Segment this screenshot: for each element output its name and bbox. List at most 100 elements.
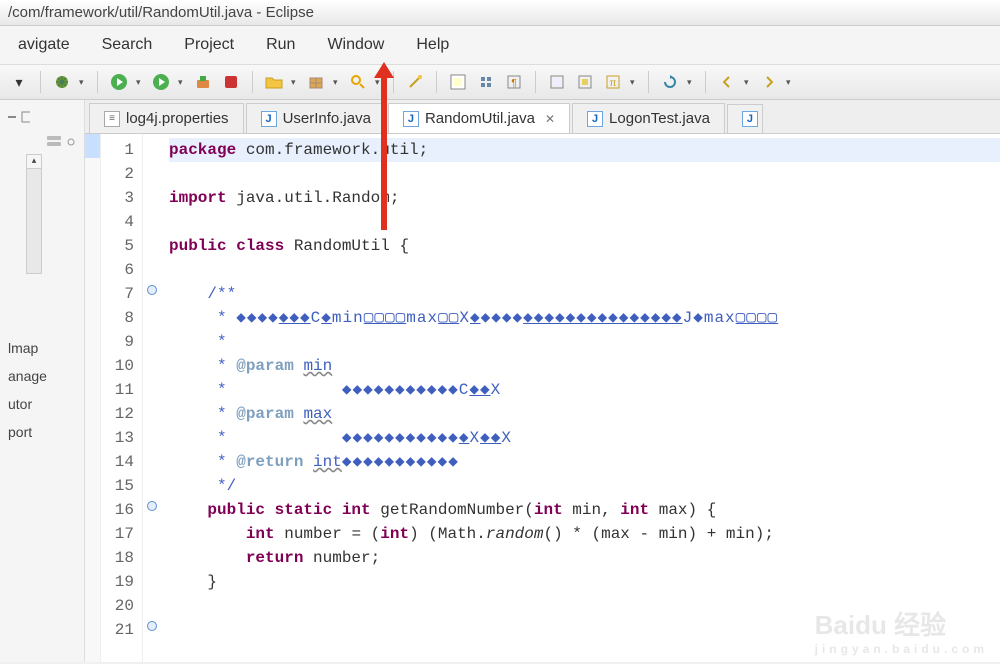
run-icon[interactable] xyxy=(108,71,130,93)
code-line[interactable]: * xyxy=(169,330,1000,354)
show-whitespace-icon[interactable]: ¶ xyxy=(503,71,525,93)
line-number: 14 xyxy=(101,450,134,474)
code-content[interactable]: package com.framework.util; import java.… xyxy=(161,134,1000,662)
fold-toggle[interactable] xyxy=(143,282,161,306)
dropdown-icon[interactable]: ▾ xyxy=(786,77,794,88)
dropdown-icon[interactable]: ▾ xyxy=(744,77,752,88)
line-number: 7 xyxy=(101,282,134,306)
editor-tab[interactable]: J xyxy=(727,104,763,133)
debug-icon[interactable] xyxy=(51,71,73,93)
link-icon[interactable] xyxy=(64,134,78,148)
menu-project[interactable]: Project xyxy=(170,32,248,58)
outline-item[interactable]: lmap xyxy=(0,334,84,362)
dropdown-icon[interactable]: ▾ xyxy=(136,77,144,88)
stop-icon[interactable] xyxy=(220,71,242,93)
dropdown-icon[interactable]: ▾ xyxy=(178,77,186,88)
code-line[interactable]: * @param min xyxy=(169,354,1000,378)
fold-toggle[interactable] xyxy=(143,498,161,522)
code-line[interactable]: import java.util.Random; xyxy=(169,186,1000,210)
separator xyxy=(97,71,98,93)
wand-icon[interactable] xyxy=(404,71,426,93)
code-line[interactable] xyxy=(169,210,1000,234)
menu-search[interactable]: Search xyxy=(88,32,167,58)
window-title: /com/framework/util/RandomUtil.java - Ec… xyxy=(8,4,314,21)
code-line[interactable]: * ◆◆◆◆◆◆◆C◆min▢▢▢▢max▢▢X◆◆◆◆◆◆◆◆◆◆◆◆◆◆◆◆… xyxy=(169,306,1000,330)
tab-label: UserInfo.java xyxy=(283,110,371,127)
dropdown-icon[interactable]: ▾ xyxy=(333,77,341,88)
code-line[interactable]: return number; xyxy=(169,546,1000,570)
editor-tab[interactable]: JLogonTest.java xyxy=(572,103,725,133)
gutter-marker xyxy=(85,446,100,470)
menu-avigate[interactable]: avigate xyxy=(4,32,84,58)
code-line[interactable]: /** xyxy=(169,282,1000,306)
dropdown-icon[interactable]: ▾ xyxy=(687,77,695,88)
code-line[interactable]: * ◆◆◆◆◆◆◆◆◆◆◆◆X◆◆X xyxy=(169,426,1000,450)
fold-toggle[interactable] xyxy=(143,618,161,642)
toggle-block-icon[interactable] xyxy=(475,71,497,93)
forward-icon[interactable] xyxy=(758,71,780,93)
menu-window[interactable]: Window xyxy=(313,32,398,58)
gutter-marker xyxy=(85,350,100,374)
gutter-marker xyxy=(85,302,100,326)
run-last-icon[interactable] xyxy=(150,71,172,93)
code-line[interactable]: public static int getRandomNumber(int mi… xyxy=(169,498,1000,522)
minimize-icon[interactable] xyxy=(6,110,16,124)
refresh-icon[interactable] xyxy=(659,71,681,93)
scrollbar[interactable]: ▴ xyxy=(26,154,42,274)
separator xyxy=(705,71,706,93)
dropdown-icon[interactable]: ▾ xyxy=(291,77,299,88)
line-numbers: 123456789101112131415161718192021 xyxy=(101,134,143,662)
annotations-icon[interactable]: π xyxy=(602,71,624,93)
toggle-mark-icon[interactable] xyxy=(447,71,469,93)
code-line[interactable]: public class RandomUtil { xyxy=(169,234,1000,258)
fold-toggle xyxy=(143,378,161,402)
outline-item[interactable]: utor xyxy=(0,390,84,418)
scroll-up-icon[interactable]: ▴ xyxy=(27,155,41,169)
gutter-marker xyxy=(85,134,100,158)
editor-tab[interactable]: JUserInfo.java xyxy=(246,103,386,133)
properties-file-icon: ≡ xyxy=(104,111,120,127)
code-line[interactable] xyxy=(169,162,1000,186)
separator xyxy=(252,71,253,93)
restore-icon[interactable] xyxy=(20,110,30,124)
fold-toggle xyxy=(143,210,161,234)
fold-toggle xyxy=(143,594,161,618)
editor-tab[interactable]: ≡log4j.properties xyxy=(89,103,244,133)
open-type-icon[interactable] xyxy=(263,71,285,93)
menu-run[interactable]: Run xyxy=(252,32,309,58)
gutter-marker xyxy=(85,374,100,398)
fold-toggle xyxy=(143,258,161,282)
code-line[interactable]: * ◆◆◆◆◆◆◆◆◆◆◆C◆◆X xyxy=(169,378,1000,402)
separator xyxy=(393,71,394,93)
code-line[interactable]: } xyxy=(169,570,1000,594)
line-number: 20 xyxy=(101,594,134,618)
code-line[interactable] xyxy=(169,258,1000,282)
java-file-icon: J xyxy=(742,111,758,127)
code-line[interactable]: * @return int◆◆◆◆◆◆◆◆◆◆◆ xyxy=(169,450,1000,474)
menu-help[interactable]: Help xyxy=(402,32,463,58)
dropdown-icon[interactable]: ▾ xyxy=(8,71,30,93)
outline-item[interactable]: port xyxy=(0,418,84,446)
editor-tab[interactable]: JRandomUtil.java✕ xyxy=(388,103,570,133)
dropdown-icon[interactable]: ▾ xyxy=(630,77,638,88)
code-line[interactable]: package com.framework.util; xyxy=(169,138,1000,162)
line-number: 11 xyxy=(101,378,134,402)
fold-toggle xyxy=(143,450,161,474)
code-line[interactable]: int number = (int) (Math.random() * (max… xyxy=(169,522,1000,546)
back-icon[interactable] xyxy=(716,71,738,93)
close-icon[interactable]: ✕ xyxy=(545,112,555,126)
gutter-marker xyxy=(85,254,100,278)
code-line[interactable]: * @param max xyxy=(169,402,1000,426)
line-number: 12 xyxy=(101,402,134,426)
dropdown-icon[interactable]: ▾ xyxy=(79,77,87,88)
search-icon[interactable] xyxy=(347,71,369,93)
new-package-icon[interactable] xyxy=(305,71,327,93)
code-line[interactable]: */ xyxy=(169,474,1000,498)
server-icon[interactable] xyxy=(46,134,62,148)
svg-text:¶: ¶ xyxy=(511,78,516,89)
outline-item[interactable]: anage xyxy=(0,362,84,390)
nav-icon[interactable] xyxy=(546,71,568,93)
pin-icon[interactable] xyxy=(574,71,596,93)
coverage-icon[interactable] xyxy=(192,71,214,93)
dropdown-icon[interactable]: ▾ xyxy=(375,77,383,88)
